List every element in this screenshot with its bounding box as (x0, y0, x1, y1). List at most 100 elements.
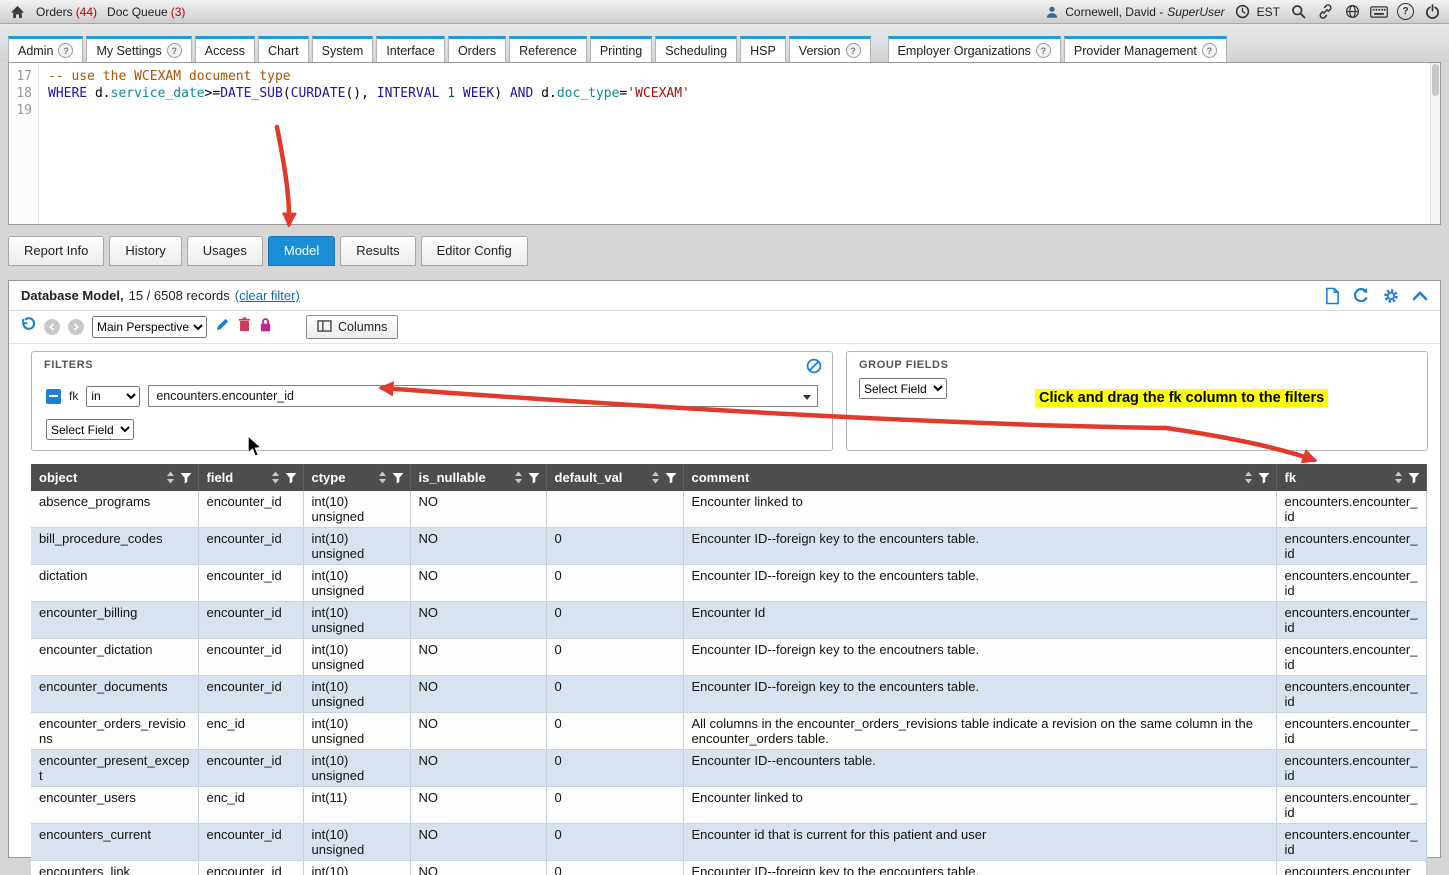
nav-tab-reference[interactable]: Reference (509, 36, 587, 62)
sort-icon[interactable] (1244, 471, 1253, 484)
table-row[interactable]: bill_procedure_codesencounter_idint(10) … (31, 528, 1426, 565)
filter-funnel-icon[interactable] (1408, 472, 1420, 484)
search-icon[interactable] (1289, 3, 1307, 21)
nav-tab-printing[interactable]: Printing (590, 36, 652, 62)
nav-tab-version[interactable]: Version? (789, 36, 871, 62)
edit-pencil-icon[interactable] (215, 317, 230, 337)
columns-button[interactable]: Columns (306, 315, 398, 339)
help-icon[interactable]: ? (1202, 43, 1217, 58)
doc-queue-label: Doc Queue (107, 5, 168, 19)
sort-icon[interactable] (514, 471, 523, 484)
tab-results[interactable]: Results (340, 236, 415, 266)
table-row[interactable]: encounter_billingencounter_idint(10) uns… (31, 602, 1426, 639)
doc-queue-link[interactable]: Doc Queue(3) (107, 5, 185, 19)
column-header-field[interactable]: field (198, 464, 303, 491)
keyboard-icon[interactable] (1370, 3, 1388, 21)
history-back-icon[interactable] (44, 319, 60, 335)
table-row[interactable]: encounters_currentencounter_idint(10) un… (31, 824, 1426, 861)
editor-scrollbar-thumb[interactable] (1432, 64, 1439, 96)
refresh-icon[interactable] (1352, 287, 1370, 305)
help-icon[interactable]: ? (58, 43, 73, 58)
tab-report-info[interactable]: Report Info (8, 236, 104, 266)
gear-icon[interactable] (1382, 287, 1400, 305)
globe-icon[interactable] (1343, 3, 1361, 21)
nav-tab-chart[interactable]: Chart (258, 36, 309, 62)
nav-tab-my-settings[interactable]: My Settings? (86, 36, 191, 62)
filter-funnel-icon[interactable] (392, 472, 404, 484)
link-icon[interactable] (1316, 3, 1334, 21)
table-row[interactable]: absence_programsencounter_idint(10) unsi… (31, 491, 1426, 528)
sort-icon[interactable] (271, 471, 280, 484)
clock-icon[interactable] (1234, 3, 1252, 21)
nav-tab-provider-management[interactable]: Provider Management? (1064, 36, 1227, 62)
remove-filter-button[interactable] (46, 389, 61, 404)
table-row[interactable]: encounters_linkencounter_idint(10) unsig… (31, 861, 1426, 875)
filter-funnel-icon[interactable] (285, 472, 297, 484)
lock-icon[interactable] (259, 317, 272, 337)
nav-tab-admin[interactable]: Admin? (8, 36, 83, 62)
nav-tab-orders[interactable]: Orders (448, 36, 506, 62)
delete-trash-icon[interactable] (238, 317, 251, 337)
column-header-default-val[interactable]: default_val (546, 464, 683, 491)
nav-tab-interface[interactable]: Interface (376, 36, 445, 62)
filter-funnel-icon[interactable] (180, 472, 192, 484)
tab-model[interactable]: Model (268, 236, 335, 266)
table-row[interactable]: encounter_orders_revisionsenc_idint(10) … (31, 713, 1426, 750)
table-row[interactable]: encounter_dictationencounter_idint(10) u… (31, 639, 1426, 676)
code-token: 'WCEXAM' (627, 86, 690, 101)
filter-value-combobox[interactable]: encounters.encounter_id (148, 385, 818, 407)
nav-tab-employer-organizations[interactable]: Employer Organizations? (888, 36, 1061, 62)
column-header-comment[interactable]: comment (683, 464, 1276, 491)
filter-field-label: fk (69, 389, 78, 403)
filter-operator-select[interactable]: in (86, 386, 140, 407)
nav-tab-label: Access (205, 44, 245, 58)
nav-tab-scheduling[interactable]: Scheduling (655, 36, 737, 62)
new-document-icon[interactable] (1325, 287, 1340, 305)
sort-icon[interactable] (1394, 471, 1403, 484)
editor-scrollbar[interactable] (1430, 63, 1440, 224)
sort-icon[interactable] (651, 471, 660, 484)
power-icon[interactable] (1423, 3, 1441, 21)
help-icon[interactable]: ? (1397, 3, 1414, 20)
help-icon[interactable]: ? (1036, 43, 1051, 58)
column-label: default_val (555, 470, 651, 485)
add-filter-field-select[interactable]: Select Field (46, 419, 134, 440)
table-row[interactable]: encounter_present_exceptencounter_idint(… (31, 750, 1426, 787)
group-field-select[interactable]: Select Field (859, 378, 947, 399)
table-row[interactable]: encounter_documentsencounter_idint(10) u… (31, 676, 1426, 713)
sort-icon[interactable] (378, 471, 387, 484)
filter-funnel-icon[interactable] (665, 472, 677, 484)
table-row[interactable]: encounter_usersenc_idint(11)NO0Encounter… (31, 787, 1426, 824)
cell-object: encounter_billing (31, 602, 198, 639)
sort-icon[interactable] (166, 471, 175, 484)
column-header-is-nullable[interactable]: is_nullable (410, 464, 546, 491)
editor-code[interactable]: -- use the WCEXAM document typeWHERE d.s… (40, 63, 1430, 224)
disable-filters-icon[interactable] (806, 358, 822, 379)
nav-tab-access[interactable]: Access (195, 36, 255, 62)
header-row: objectfieldctypeis_nullable default_val co… (31, 464, 1426, 491)
column-header-ctype[interactable]: ctype (303, 464, 410, 491)
tab-editor-config[interactable]: Editor Config (421, 236, 528, 266)
user-menu[interactable]: Cornewell, David - SuperUser (1043, 3, 1224, 21)
nav-tab-system[interactable]: System (312, 36, 374, 62)
history-forward-icon[interactable] (68, 319, 84, 335)
tab-usages[interactable]: Usages (187, 236, 263, 266)
help-icon[interactable]: ? (846, 43, 861, 58)
nav-tab-hsp[interactable]: HSP (740, 36, 786, 62)
help-icon[interactable]: ? (167, 43, 182, 58)
filter-funnel-icon[interactable] (528, 472, 540, 484)
orders-link[interactable]: Orders(44) (36, 5, 97, 19)
collapse-panel-icon[interactable] (1412, 290, 1428, 301)
home-icon[interactable] (8, 3, 26, 21)
column-header-fk[interactable]: fk (1276, 464, 1426, 491)
timezone-label[interactable]: EST (1257, 5, 1280, 19)
perspective-select[interactable]: Main Perspective (92, 316, 207, 338)
undo-icon[interactable] (19, 316, 36, 338)
clear-filter-link[interactable]: (clear filter) (235, 288, 300, 303)
column-header-object[interactable]: object (31, 464, 198, 491)
cell-field: encounter_id (198, 602, 303, 639)
table-row[interactable]: dictationencounter_idint(10) unsignedNO0… (31, 565, 1426, 602)
filter-funnel-icon[interactable] (1258, 472, 1270, 484)
sql-editor[interactable]: 171819 -- use the WCEXAM document typeWH… (8, 62, 1441, 225)
tab-history[interactable]: History (109, 236, 181, 266)
